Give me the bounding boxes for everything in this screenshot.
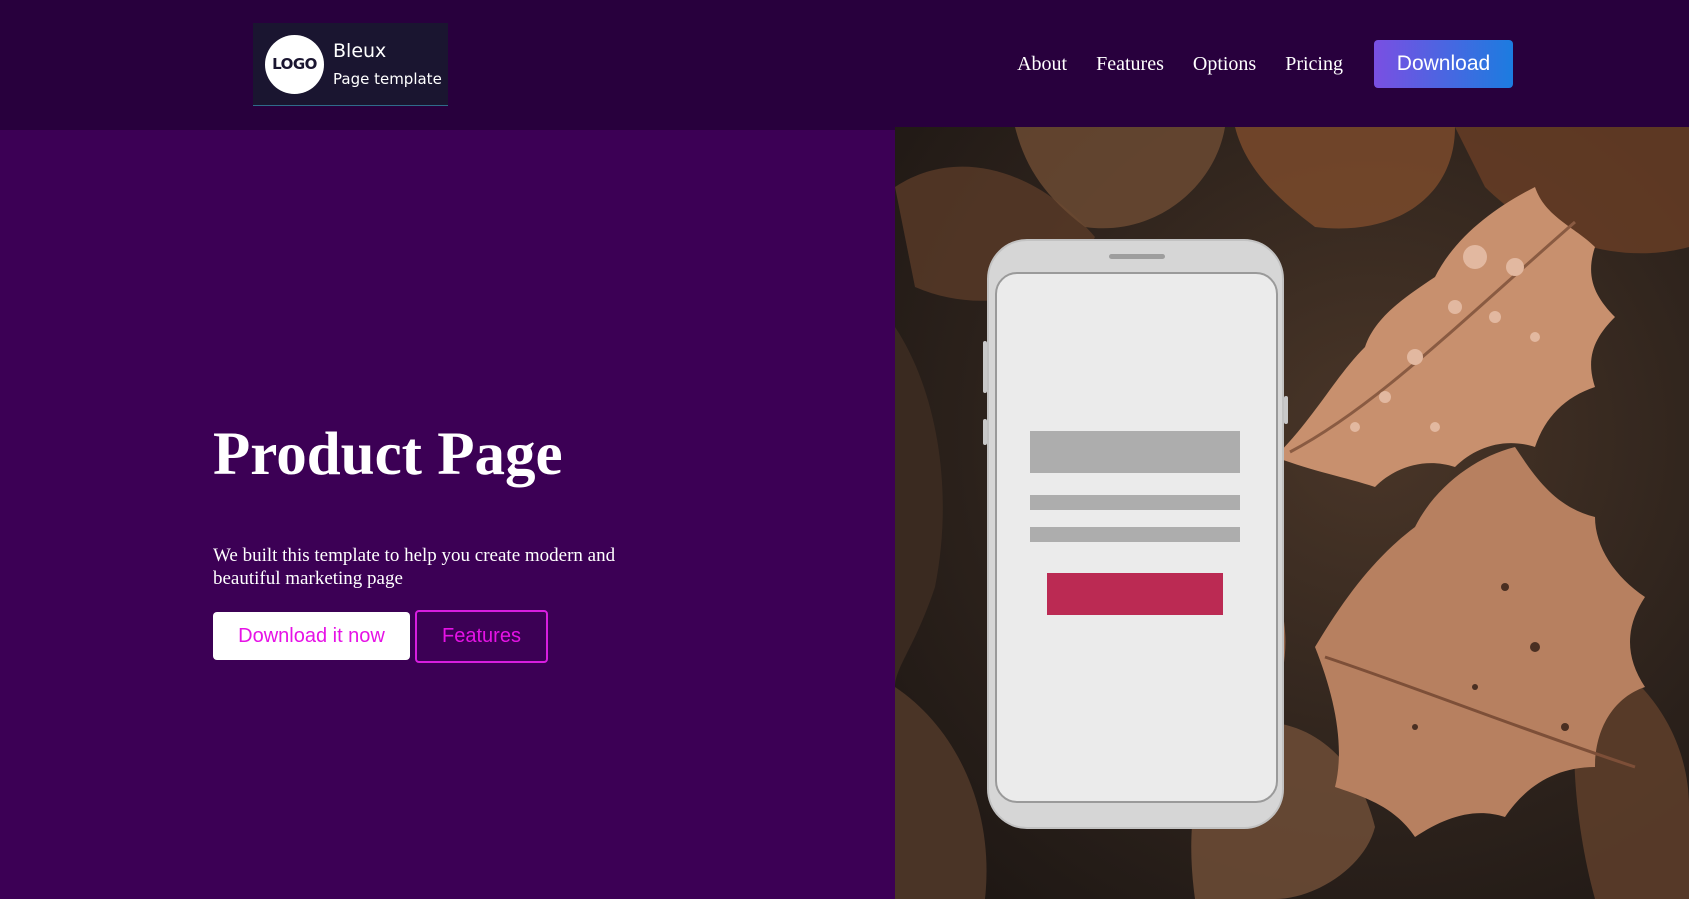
hero-section — [0, 130, 895, 899]
download-button[interactable]: Download — [1374, 40, 1513, 88]
phone-placeholder-line — [1030, 527, 1240, 542]
phone-placeholder-heading — [1030, 431, 1240, 473]
brand-name: Bleux — [333, 40, 387, 62]
logo-mark: LOGO — [265, 34, 324, 94]
nav-link-about[interactable]: About — [1017, 53, 1067, 76]
phone-placeholder-line — [1030, 495, 1240, 510]
nav-link-options[interactable]: Options — [1193, 53, 1256, 76]
site-header: LOGO Bleux Page template About Features … — [0, 0, 1689, 130]
nav-link-pricing[interactable]: Pricing — [1285, 53, 1343, 76]
phone-volume-button — [983, 341, 987, 393]
phone-power-button — [1284, 396, 1288, 424]
phone-volume-button-secondary — [983, 419, 987, 445]
features-button[interactable]: Features — [415, 610, 548, 663]
phone-speaker — [1109, 254, 1165, 259]
logo[interactable]: LOGO Bleux Page template — [253, 23, 448, 106]
brand-subtitle: Page template — [333, 70, 442, 88]
phone-placeholder-button — [1047, 573, 1223, 615]
hero-title: Product Page — [213, 421, 563, 488]
phone-mockup — [983, 239, 1288, 829]
logo-text: Bleux Page template — [333, 38, 442, 90]
hero-description: We built this template to help you creat… — [213, 545, 616, 589]
nav-link-features[interactable]: Features — [1096, 53, 1164, 76]
phone-screen — [995, 272, 1278, 803]
main-nav: About Features Options Pricing Download — [1017, 40, 1513, 88]
download-it-now-button[interactable]: Download it now — [213, 612, 410, 660]
